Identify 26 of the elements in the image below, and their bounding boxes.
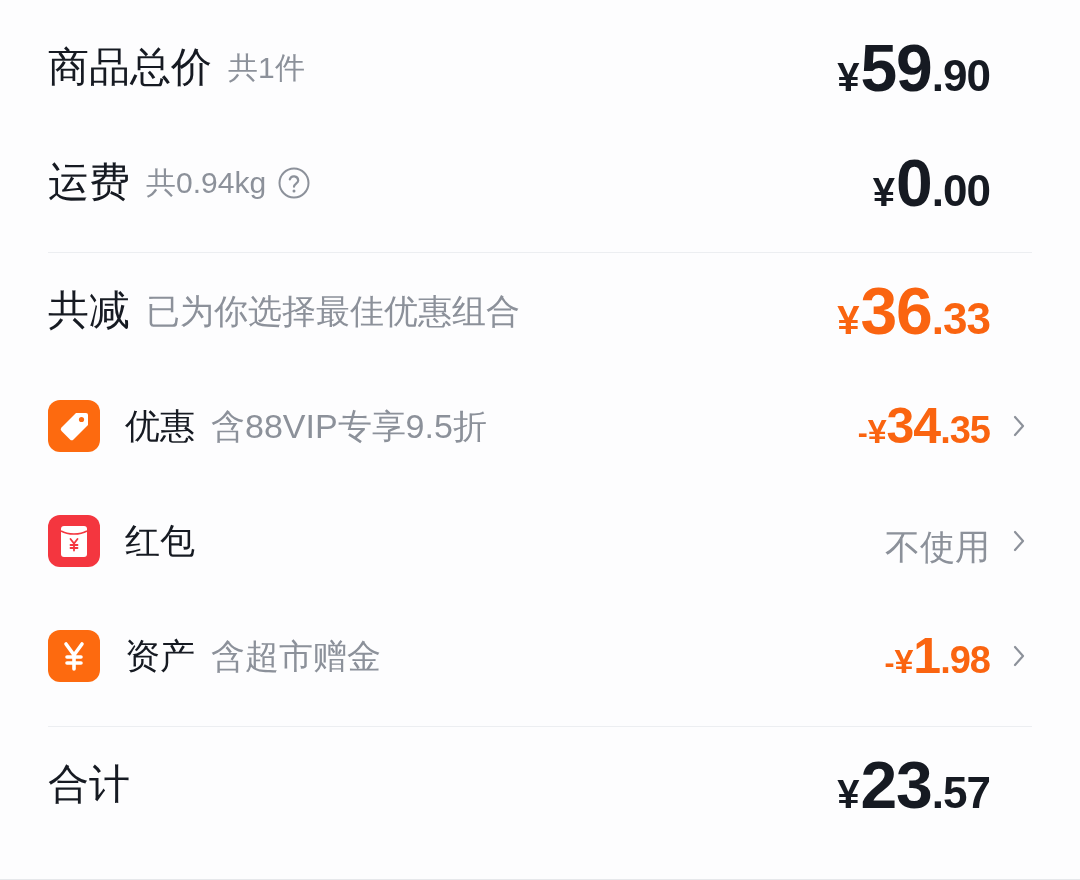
benefit-note: 含88VIP专享9.5折 — [211, 408, 487, 443]
discount-note: 已为你选择最佳优惠组合 — [146, 293, 520, 328]
chevron-right-icon[interactable] — [1012, 643, 1026, 668]
benefit-label: 优惠 — [125, 408, 195, 443]
money-envelope-icon — [48, 514, 100, 567]
benefit-amount: -¥1.98 — [884, 630, 990, 681]
discount-amount: ¥36.33 — [837, 277, 990, 344]
benefit-note: 含超市赠金 — [211, 638, 381, 673]
total-label: 合计 — [48, 764, 130, 805]
chevron-right-icon[interactable] — [1012, 413, 1026, 438]
discount-label: 共减 — [48, 290, 130, 331]
price-tag-icon — [48, 399, 100, 452]
fee-amount: ¥59.90 — [837, 34, 990, 101]
fee-label: 商品总价 — [48, 47, 212, 88]
total-amount: ¥23.57 — [837, 751, 990, 818]
benefit-status: 不使用 — [885, 529, 990, 564]
benefit-label: 资产 — [125, 638, 195, 673]
fee-note: 共0.94kg — [146, 167, 267, 198]
fee-note: 共1件 — [228, 52, 305, 83]
fee-amount: ¥0.00 — [872, 149, 990, 216]
help-icon[interactable] — [278, 166, 311, 199]
yen-icon — [48, 629, 100, 682]
benefit-label: 红包 — [125, 523, 195, 558]
benefit-amount: -¥34.35 — [857, 400, 990, 451]
chevron-right-icon[interactable] — [1012, 528, 1026, 553]
fee-label: 运费 — [48, 162, 130, 203]
